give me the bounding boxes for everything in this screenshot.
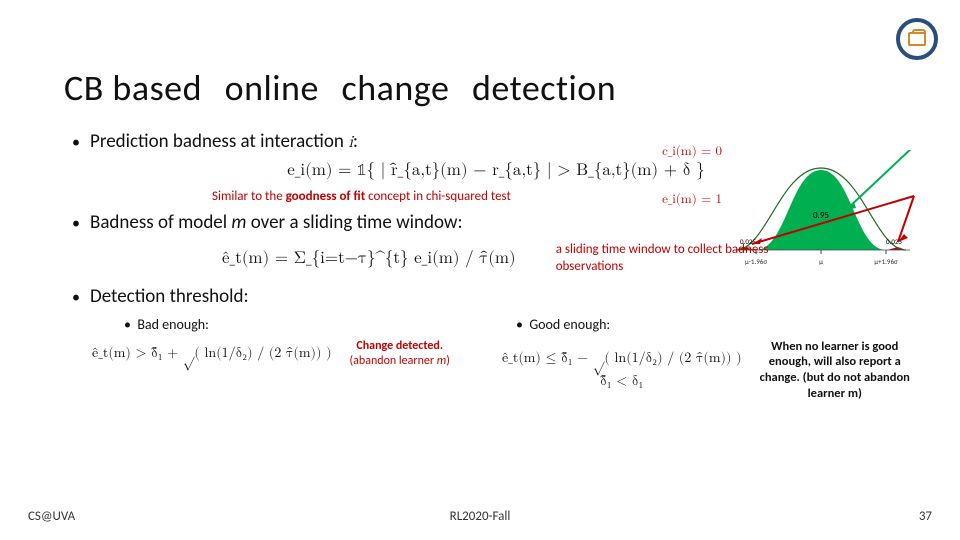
bullet-3: • Detection threshold: [72,285,920,308]
uva-logo [896,18,938,60]
note-g1a: Similar to the [212,189,286,204]
bullet-1-suffix: : [353,130,358,153]
note-bad-2b: ) [446,354,450,368]
bullet-dot: • [72,288,90,307]
slide-title: CB based online change detection [64,66,630,110]
bullet-1: • Prediction badness at interaction i: [72,130,920,153]
threshold-columns: • Bad enough: ê_t(m) > δ̃₁ + √( ln(1/δ₂)… [72,316,920,402]
sub-good-label: Good enough: [529,316,610,333]
bullet-2-suffix: over a sliding time window: [246,211,462,234]
note-bad-2a: (abandon learner [350,354,437,368]
bullet-2: • Badness of model m over a sliding time… [72,211,920,234]
bullet-2-prefix: Badness of model [90,211,231,234]
bullet-1-text: Prediction badness at interaction [90,130,348,153]
title-word-3: change [342,66,450,110]
note-g1c: concept in chi-squared test [365,189,511,204]
footer-page-number: 37 [919,509,932,524]
title-word-2: online [225,66,319,110]
note-good: When no learner is good enough, will als… [760,339,910,402]
note-bad-1: Change detected. [356,339,443,353]
equation-1: e_i(m) = 𝟙{ | r̂_{a,t}(m) − r_{a,t} | > … [72,161,920,181]
equation-2: ê_t(m) = Σ_{i=t−τ}^{t} e_i(m) / τ̂(m) [222,249,516,269]
bullet-3-text: Detection threshold: [90,285,249,308]
footer-center: RL2020-Fall [450,509,511,524]
sub-bullet-good: • Good enough: [516,316,910,333]
note-sliding-window: a sliding time window to collect badness… [556,242,806,275]
equation-good: ê_t(m) ≤ δ̃₁ − √( ln(1/δ₂) / (2 τ̂(m)) ) [502,350,742,367]
title-word-1: CB based [64,66,202,110]
note-g1b: goodness of fit [286,189,366,204]
footer-left: CS@UVA [28,509,75,524]
note-goodness-fit: Similar to the goodness of fit concept i… [212,189,602,205]
note-bad-2m: m [437,354,447,368]
bullet-dot: • [72,214,90,233]
bullet-2-m: m [231,211,246,234]
note-bad: Change detected. (abandon learner m) [350,339,450,369]
slide-content: • Prediction badness at interaction i: e… [72,130,920,401]
sub-bullet-bad: • Bad enough: [124,316,486,333]
bad-column: • Bad enough: ê_t(m) > δ̃₁ + √( ln(1/δ₂)… [72,316,496,402]
title-word-4: detection [472,66,616,110]
equation-good-2: δ̃₁ < δ₁ [502,373,742,390]
bullet-dot: • [72,133,90,152]
sub-bad-label: Bad enough: [137,316,209,333]
equation-bad: ê_t(m) > δ̃₁ + √( ln(1/δ₂) / (2 τ̂(m)) ) [92,345,332,362]
good-column: • Good enough: ê_t(m) ≤ δ̃₁ − √( ln(1/δ₂… [496,316,920,402]
